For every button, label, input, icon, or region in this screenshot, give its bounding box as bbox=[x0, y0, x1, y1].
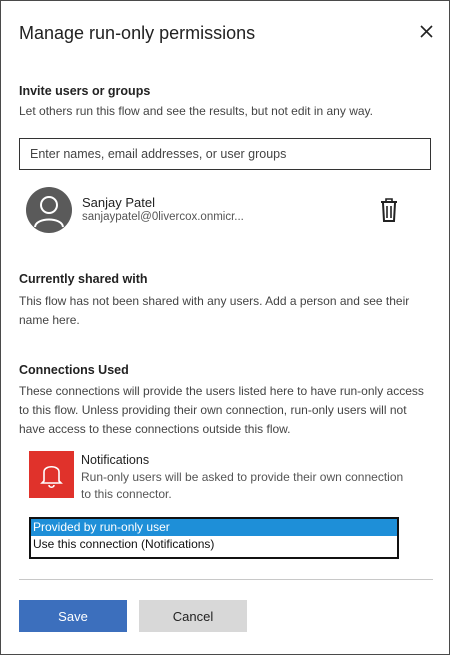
invite-heading: Invite users or groups bbox=[19, 84, 151, 98]
shared-description: This flow has not been shared with any u… bbox=[19, 294, 410, 327]
bell-icon bbox=[29, 451, 74, 498]
run-only-permissions-dialog: Manage run-only permissions Invite users… bbox=[0, 0, 450, 655]
user-name: Sanjay Patel bbox=[82, 195, 155, 210]
dialog-header: Manage run-only permissions bbox=[19, 21, 434, 47]
connection-option-run-only-user[interactable]: Provided by run-only user bbox=[31, 519, 397, 536]
close-icon[interactable] bbox=[418, 23, 434, 39]
person-icon bbox=[26, 187, 72, 233]
footer-divider bbox=[19, 579, 433, 580]
connection-select[interactable]: Provided by run-only user Use this conne… bbox=[29, 517, 399, 559]
user-email: sanjaypatel@0livercox.onmicr... bbox=[82, 211, 244, 223]
trash-icon[interactable] bbox=[379, 197, 399, 223]
connection-description: Run-only users will be asked to provide … bbox=[81, 470, 404, 501]
shared-user-row: Sanjay Patel sanjaypatel@0livercox.onmic… bbox=[26, 187, 406, 235]
dialog-title: Manage run-only permissions bbox=[19, 23, 256, 43]
invite-description: Let others run this flow and see the res… bbox=[19, 104, 373, 118]
connection-name: Notifications bbox=[81, 453, 150, 467]
connections-description: These connections will provide the users… bbox=[19, 384, 424, 436]
invite-users-input[interactable] bbox=[19, 138, 431, 170]
connection-option-use-this-connection[interactable]: Use this connection (Notifications) bbox=[31, 536, 397, 553]
connections-heading: Connections Used bbox=[19, 363, 129, 377]
shared-heading: Currently shared with bbox=[19, 272, 148, 286]
save-button[interactable]: Save bbox=[19, 600, 127, 632]
cancel-button[interactable]: Cancel bbox=[139, 600, 247, 632]
